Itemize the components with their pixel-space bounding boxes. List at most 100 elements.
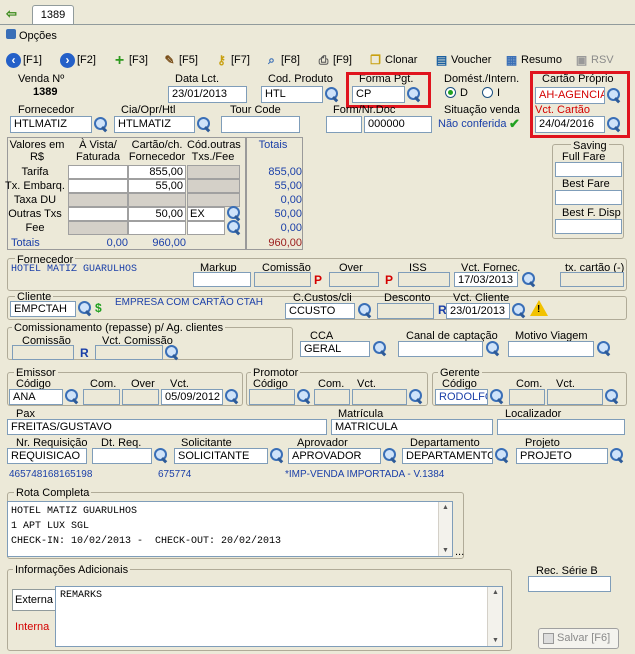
emissor-input[interactable]: ANA (9, 389, 63, 405)
best-f-disp-input[interactable] (555, 219, 622, 234)
solicitante-input[interactable]: SOLICITANTE (174, 448, 268, 464)
txembarq-cartao[interactable]: 55,00 (128, 179, 186, 193)
cia-lookup-icon[interactable] (196, 116, 213, 133)
remarks-scrollbar[interactable]: ▲ ▼ (487, 587, 502, 646)
cia-input[interactable]: HTLMATIZ (114, 116, 195, 133)
nr-doc-input[interactable]: 000000 (364, 116, 432, 133)
promotor-vct-lookup-icon[interactable] (408, 388, 425, 405)
fee-cod[interactable] (187, 221, 225, 235)
comissao2-r-button[interactable]: R (80, 346, 89, 360)
promotor-lookup-icon[interactable] (296, 388, 313, 405)
gerente-vct-input[interactable] (547, 389, 603, 405)
ccustos-lookup-icon[interactable] (357, 302, 374, 319)
iss-input[interactable] (398, 272, 450, 287)
f1-button[interactable]: ‹ [F1] (6, 50, 42, 70)
fee-lookup-icon[interactable] (226, 219, 243, 236)
departamento-lookup-icon[interactable] (494, 447, 511, 464)
rota-textarea[interactable]: HOTEL MATIZ GUARULHOS 1 APT LUX SGL CHEC… (7, 501, 453, 557)
comissao-p-button[interactable]: P (314, 273, 322, 287)
domestico-d-radio[interactable] (445, 87, 456, 98)
rec-serie-input[interactable] (528, 576, 611, 592)
emissor-over-input[interactable] (122, 389, 159, 405)
dt-req-input[interactable] (92, 448, 152, 464)
data-lct-input[interactable]: 23/01/2013 (168, 86, 247, 103)
markup-input[interactable] (193, 272, 251, 287)
aprovador-lookup-icon[interactable] (382, 447, 399, 464)
vct-cliente-lookup-icon[interactable] (511, 302, 528, 319)
f3-button[interactable]: + [F3] (112, 50, 148, 70)
remarks-textarea[interactable]: REMARKS ▲ ▼ (55, 586, 503, 647)
over-p-button[interactable]: P (385, 273, 393, 287)
rota-ellipsis-button[interactable]: ... (455, 546, 464, 558)
gerente-com-input[interactable] (509, 389, 545, 405)
options-menu[interactable]: Opções (6, 29, 57, 43)
tarifa-avista[interactable] (68, 165, 128, 179)
tarifa-cartao[interactable]: 855,00 (128, 165, 186, 179)
projeto-input[interactable]: PROJETO (516, 448, 608, 464)
form-input[interactable] (326, 116, 362, 133)
scroll-up-icon[interactable]: ▲ (442, 504, 449, 511)
vct-fornec-lookup-icon[interactable] (521, 271, 538, 288)
nr-req-input[interactable]: REQUISICAO (7, 448, 87, 464)
scroll-up-icon[interactable]: ▲ (492, 589, 499, 596)
emissor-vct-lookup-icon[interactable] (224, 388, 241, 405)
voucher-button[interactable]: ▤ Voucher (434, 50, 492, 70)
departamento-input[interactable]: DEPARTAMENTO (402, 448, 493, 464)
vct-cliente-input[interactable]: 23/01/2013 (446, 303, 510, 319)
vct-fornec-input[interactable]: 17/03/2013 (454, 272, 518, 287)
tab-interna[interactable]: Interna (15, 621, 49, 633)
tab-externa[interactable]: Externa (12, 589, 55, 611)
salvar-button[interactable]: Salvar [F6] (538, 628, 619, 649)
gerente-lookup-icon[interactable] (489, 388, 506, 405)
emissor-vct-input[interactable]: 05/09/2012 (161, 389, 223, 405)
desconto-input[interactable] (377, 303, 434, 319)
vct-comissao-lookup-icon[interactable] (164, 344, 181, 361)
projeto-lookup-icon[interactable] (609, 447, 626, 464)
fornecedor-lookup-icon[interactable] (93, 116, 110, 133)
tour-code-input[interactable] (221, 116, 300, 133)
canal-input[interactable] (398, 341, 483, 357)
f7-button[interactable]: ⚷ [F7] (214, 50, 250, 70)
outrastxs-avista[interactable] (68, 207, 128, 221)
outrastxs-cod[interactable]: EX (187, 207, 225, 221)
pax-input[interactable]: FREITAS/GUSTAVO (7, 419, 327, 435)
domestico-i-radio[interactable] (482, 87, 493, 98)
comissao2-input[interactable] (12, 345, 74, 360)
scroll-down-icon[interactable]: ▼ (492, 637, 499, 644)
txembarq-avista[interactable] (68, 179, 128, 193)
promotor-vct-input[interactable] (352, 389, 407, 405)
tab-1389[interactable]: 1389 (32, 5, 74, 25)
rsv-button[interactable]: ▣ RSV (574, 50, 614, 70)
motivo-input[interactable] (508, 341, 594, 357)
fornecedor-input[interactable]: HTLMATIZ (10, 116, 92, 133)
cod-produto-lookup-icon[interactable] (324, 86, 341, 103)
comissao-input[interactable] (254, 272, 311, 287)
tx-cartao-input[interactable] (560, 272, 624, 287)
gerente-vct-lookup-icon[interactable] (604, 388, 621, 405)
outrastxs-cartao[interactable]: 50,00 (128, 207, 186, 221)
promotor-com-input[interactable] (314, 389, 350, 405)
best-fare-input[interactable] (555, 190, 622, 205)
f8-button[interactable]: ⌕ [F8] (264, 50, 300, 70)
emissor-lookup-icon[interactable] (64, 388, 81, 405)
motivo-lookup-icon[interactable] (596, 340, 613, 357)
gerente-input[interactable]: RODOLFO (435, 389, 488, 405)
cca-lookup-icon[interactable] (372, 340, 389, 357)
clonar-button[interactable]: ❐ Clonar (368, 50, 417, 70)
fee-cartao[interactable] (128, 221, 186, 235)
dt-req-lookup-icon[interactable] (153, 447, 170, 464)
dollar-icon[interactable]: $ (95, 301, 102, 315)
promotor-input[interactable] (249, 389, 295, 405)
emissor-com-input[interactable] (83, 389, 120, 405)
cliente-lookup-icon[interactable] (77, 300, 94, 317)
vct-comissao-input[interactable] (95, 345, 163, 360)
localizador-input[interactable] (497, 419, 625, 435)
aprovador-input[interactable]: APROVADOR (288, 448, 381, 464)
cca-input[interactable]: GERAL (300, 341, 370, 357)
f2-button[interactable]: › [F2] (60, 50, 96, 70)
scroll-down-icon[interactable]: ▼ (442, 547, 449, 554)
matricula-input[interactable]: MATRICULA (331, 419, 493, 435)
cod-produto-input[interactable]: HTL (261, 86, 323, 103)
rota-scrollbar[interactable]: ▲ ▼ (438, 502, 452, 556)
cliente-input[interactable]: EMPCTAH (10, 301, 76, 317)
